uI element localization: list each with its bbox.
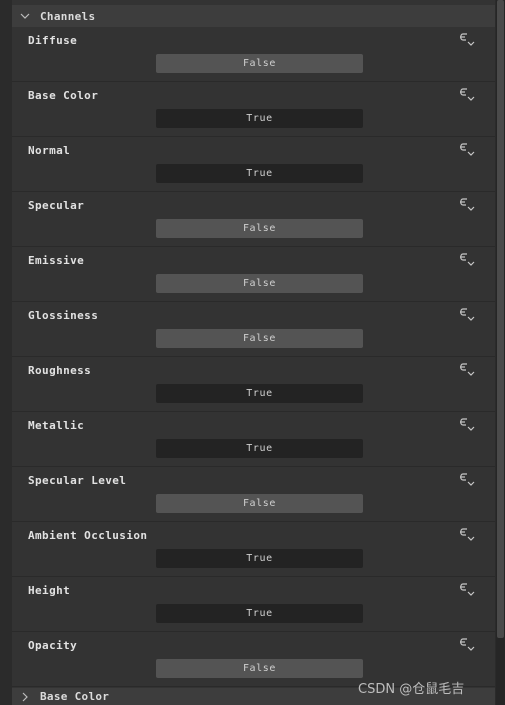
channel-label: Base Color bbox=[28, 89, 99, 102]
link-dropdown-icon[interactable] bbox=[458, 637, 476, 653]
channel-label: Diffuse bbox=[28, 34, 78, 47]
channel-label: Specular bbox=[28, 199, 85, 212]
watermark: CSDN @仓鼠毛吉 bbox=[358, 682, 465, 697]
channel-toggle[interactable]: True bbox=[156, 384, 363, 403]
link-dropdown-icon[interactable] bbox=[458, 142, 476, 158]
channel-label: Roughness bbox=[28, 364, 92, 377]
channel-toggle[interactable]: True bbox=[156, 604, 363, 623]
channel-row: Specular Level False bbox=[12, 467, 495, 522]
section-title: Base Color bbox=[40, 690, 110, 703]
link-dropdown-icon[interactable] bbox=[458, 197, 476, 213]
channel-label: Emissive bbox=[28, 254, 85, 267]
channel-label: Height bbox=[28, 584, 71, 597]
channel-toggle[interactable]: True bbox=[156, 109, 363, 128]
channel-toggle[interactable]: False bbox=[156, 329, 363, 348]
channel-row: Normal True bbox=[12, 137, 495, 192]
channel-label: Ambient Occlusion bbox=[28, 529, 148, 542]
chevron-down-icon[interactable] bbox=[20, 11, 30, 21]
channel-row: Glossiness False bbox=[12, 302, 495, 357]
channel-row: Diffuse False bbox=[12, 27, 495, 82]
link-dropdown-icon[interactable] bbox=[458, 307, 476, 323]
channel-list: Diffuse False Base Color True Normal True Spec… bbox=[12, 27, 495, 687]
channel-row: Ambient Occlusion True bbox=[12, 522, 495, 577]
channel-toggle[interactable]: True bbox=[156, 439, 363, 458]
link-dropdown-icon[interactable] bbox=[458, 527, 476, 543]
scrollbar-thumb[interactable] bbox=[497, 0, 504, 638]
channel-label: Opacity bbox=[28, 639, 78, 652]
link-dropdown-icon[interactable] bbox=[458, 417, 476, 433]
channel-toggle[interactable]: False bbox=[156, 659, 363, 678]
channel-toggle[interactable]: False bbox=[156, 494, 363, 513]
scrollbar[interactable] bbox=[496, 0, 505, 705]
channel-toggle[interactable]: False bbox=[156, 219, 363, 238]
channel-row: Metallic True bbox=[12, 412, 495, 467]
channel-toggle[interactable]: True bbox=[156, 549, 363, 568]
channel-toggle[interactable]: False bbox=[156, 54, 363, 73]
channel-toggle[interactable]: False bbox=[156, 274, 363, 293]
channel-row: Base Color True bbox=[12, 82, 495, 137]
section-header-channels[interactable]: Channels bbox=[12, 5, 495, 27]
link-dropdown-icon[interactable] bbox=[458, 32, 476, 48]
link-dropdown-icon[interactable] bbox=[458, 252, 476, 268]
link-dropdown-icon[interactable] bbox=[458, 582, 476, 598]
channel-toggle[interactable]: True bbox=[156, 164, 363, 183]
link-dropdown-icon[interactable] bbox=[458, 362, 476, 378]
channel-label: Metallic bbox=[28, 419, 85, 432]
chevron-right-icon[interactable] bbox=[20, 692, 30, 702]
channel-label: Normal bbox=[28, 144, 71, 157]
channel-row: Roughness True bbox=[12, 357, 495, 412]
link-dropdown-icon[interactable] bbox=[458, 472, 476, 488]
channel-row: Height True bbox=[12, 577, 495, 632]
link-dropdown-icon[interactable] bbox=[458, 87, 476, 103]
channel-row: Specular False bbox=[12, 192, 495, 247]
channel-label: Glossiness bbox=[28, 309, 99, 322]
channel-row: Emissive False bbox=[12, 247, 495, 302]
channel-label: Specular Level bbox=[28, 474, 127, 487]
section-title: Channels bbox=[40, 9, 96, 23]
